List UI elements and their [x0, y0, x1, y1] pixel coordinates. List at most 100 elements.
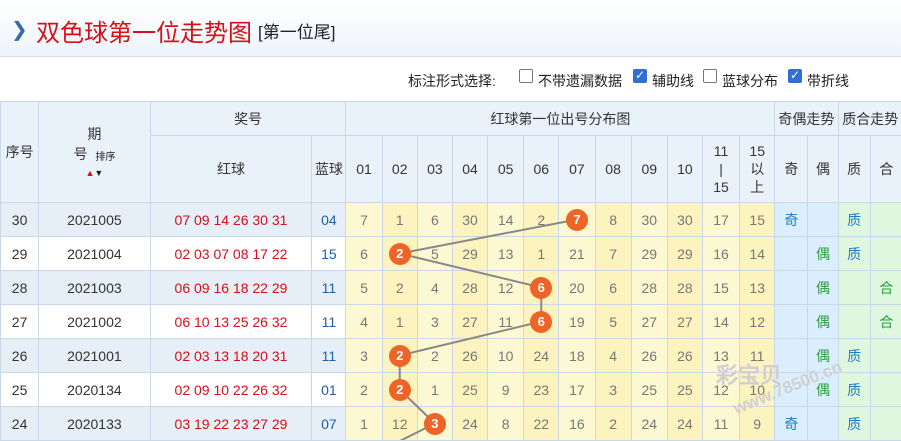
- page-title: 双色球第一位走势图: [36, 13, 252, 48]
- dist-cell: 6: [346, 237, 382, 271]
- option-label-guide-line[interactable]: 辅助线: [652, 71, 694, 91]
- dist-cell: 26: [631, 339, 667, 373]
- row-blue-ball: 04: [312, 203, 346, 237]
- dist-cell: 6: [524, 305, 559, 339]
- dist-cell: 1: [382, 203, 417, 237]
- row-even: 偶: [808, 305, 838, 339]
- dist-cell: 29: [667, 237, 702, 271]
- dist-cell: 11: [488, 305, 524, 339]
- row-period: 2021001: [39, 339, 150, 373]
- dist-cell: 1: [417, 373, 452, 407]
- dist-cell: 2: [382, 373, 417, 407]
- row-red-balls: 02 09 10 22 26 32: [150, 373, 312, 407]
- row-even: [808, 203, 838, 237]
- header-col-10: 10: [667, 136, 702, 203]
- header-red: 红球: [150, 136, 312, 203]
- row-period: 2020133: [39, 407, 150, 441]
- dist-cell: 16: [559, 407, 595, 441]
- dist-cell: 1: [346, 407, 382, 441]
- dist-cell: 22: [524, 407, 559, 441]
- dist-cell: 9: [488, 373, 524, 407]
- title-bar: ❯ 双色球第一位走势图 [第一位尾]: [0, 0, 901, 57]
- header-col12: 15以上: [740, 136, 775, 203]
- dist-cell: 17: [559, 373, 595, 407]
- dist-cell: 20: [559, 271, 595, 305]
- option-checkbox-blue-distribution[interactable]: [703, 69, 717, 83]
- dist-cell: 29: [452, 237, 487, 271]
- row-composite: 合: [870, 305, 901, 339]
- table-row: 30202100507 09 14 26 30 3104716301427830…: [1, 203, 901, 237]
- options-label: 标注形式选择:: [408, 71, 496, 91]
- header-col-02: 02: [382, 136, 417, 203]
- dist-cell: 4: [346, 305, 382, 339]
- dist-cell: 7: [559, 203, 595, 237]
- dist-cell: 6: [417, 203, 452, 237]
- dist-cell: 19: [559, 305, 595, 339]
- row-red-balls: 06 10 13 25 26 32: [150, 305, 312, 339]
- header-col-08: 08: [595, 136, 631, 203]
- dist-cell: 2: [417, 339, 452, 373]
- dist-cell: 2: [382, 339, 417, 373]
- hit-ball: 2: [389, 243, 411, 265]
- header-prime: 质: [838, 136, 870, 203]
- option-checkbox-trend-line[interactable]: [788, 69, 802, 83]
- row-composite: [870, 373, 901, 407]
- option-checkbox-guide-line[interactable]: [633, 69, 647, 83]
- option-checkbox-no-omission[interactable]: [519, 69, 533, 83]
- header-col-05: 05: [488, 136, 524, 203]
- dist-cell: 14: [740, 237, 775, 271]
- dist-cell: 5: [346, 271, 382, 305]
- row-composite: [870, 237, 901, 271]
- header-col-03: 03: [417, 136, 452, 203]
- row-prime: [838, 305, 870, 339]
- row-even: [808, 407, 838, 441]
- dist-cell: 21: [559, 237, 595, 271]
- dist-cell: 2: [595, 407, 631, 441]
- header-col-07: 07: [559, 136, 595, 203]
- dist-cell: 28: [452, 271, 487, 305]
- row-seq: 29: [1, 237, 39, 271]
- dist-cell: 3: [417, 305, 452, 339]
- dist-cell: 23: [524, 373, 559, 407]
- table-row: 24202013303 19 22 23 27 2907112324822162…: [1, 407, 901, 441]
- table-row: 28202100306 09 16 18 22 2911524281262062…: [1, 271, 901, 305]
- row-seq: 28: [1, 271, 39, 305]
- table-row: 29202100402 03 07 08 17 2215625291312172…: [1, 237, 901, 271]
- row-period: 2020134: [39, 373, 150, 407]
- option-label-trend-line[interactable]: 带折线: [807, 71, 849, 91]
- dist-cell: 30: [452, 203, 487, 237]
- header-even: 偶: [808, 136, 838, 203]
- row-prime: 质: [838, 237, 870, 271]
- dist-cell: 5: [417, 237, 452, 271]
- dist-cell: 24: [667, 407, 702, 441]
- row-prime: 质: [838, 407, 870, 441]
- row-red-balls: 03 19 22 23 27 29: [150, 407, 312, 441]
- dist-cell: 7: [346, 203, 382, 237]
- row-blue-ball: 15: [312, 237, 346, 271]
- row-red-balls: 02 03 13 18 20 31: [150, 339, 312, 373]
- row-period: 2021002: [39, 305, 150, 339]
- sort-control[interactable]: 排序▲▼: [85, 152, 115, 179]
- row-odd: [775, 237, 808, 271]
- option-label-no-omission[interactable]: 不带遗漏数据: [538, 71, 622, 91]
- row-blue-ball: 11: [312, 339, 346, 373]
- row-odd: [775, 305, 808, 339]
- row-blue-ball: 07: [312, 407, 346, 441]
- row-composite: [870, 339, 901, 373]
- dist-cell: 3: [595, 373, 631, 407]
- dist-cell: 28: [667, 271, 702, 305]
- header-period: 期号 排序▲▼: [39, 102, 150, 203]
- row-red-balls: 06 09 16 18 22 29: [150, 271, 312, 305]
- dist-cell: 5: [595, 305, 631, 339]
- dist-cell: 27: [631, 305, 667, 339]
- dist-cell: 27: [667, 305, 702, 339]
- dist-cell: 26: [452, 339, 487, 373]
- option-label-blue-distribution[interactable]: 蓝球分布: [722, 71, 778, 91]
- dist-cell: 30: [667, 203, 702, 237]
- hit-ball: 6: [530, 277, 552, 299]
- dist-cell: 24: [452, 407, 487, 441]
- chevron-right-icon: ❯: [11, 17, 28, 42]
- row-even: 偶: [808, 271, 838, 305]
- row-composite: [870, 407, 901, 441]
- dist-cell: 29: [631, 237, 667, 271]
